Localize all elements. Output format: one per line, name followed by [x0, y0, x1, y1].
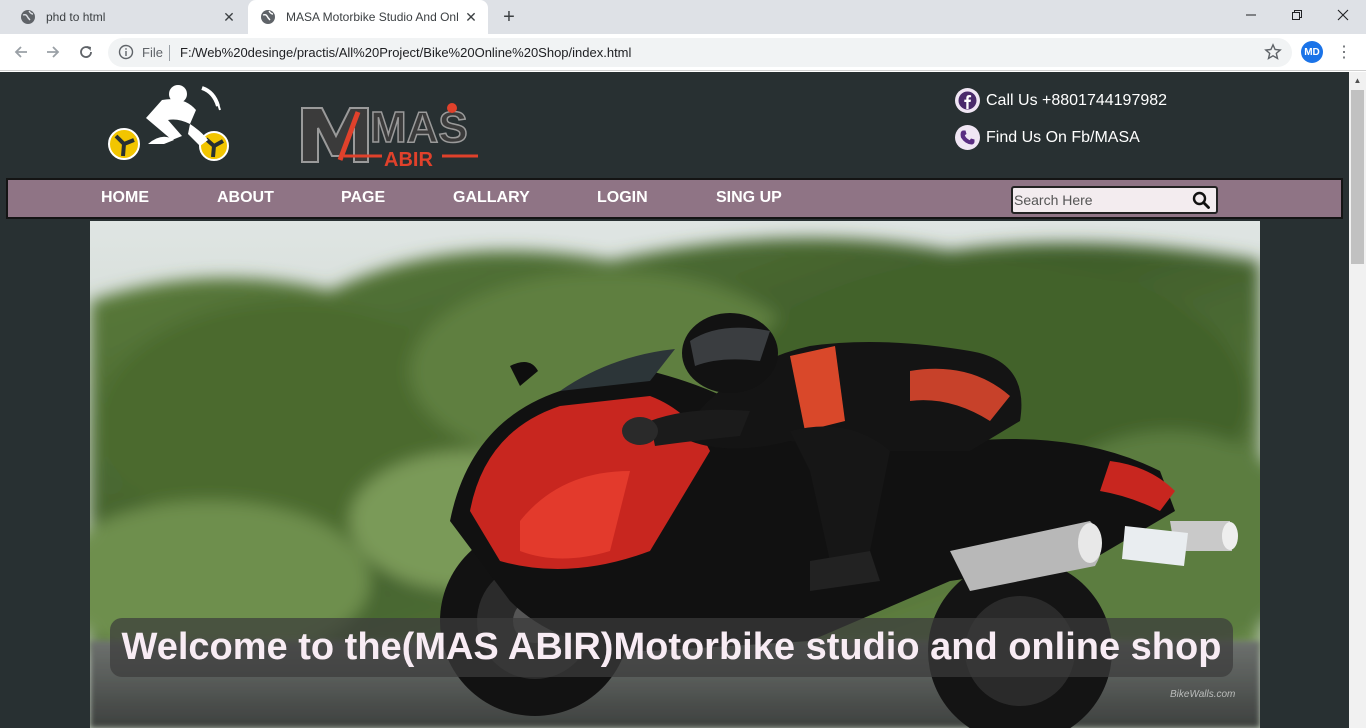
phone-icon [955, 125, 980, 150]
back-arrow-icon[interactable] [9, 40, 33, 64]
hero-welcome-caption: Welcome to the(MAS ABIR)Motorbike studio… [110, 618, 1233, 677]
browser-menu-icon[interactable]: ⋮ [1335, 42, 1353, 62]
minimize-icon[interactable] [1228, 0, 1274, 30]
close-window-icon[interactable] [1320, 0, 1366, 30]
browser-toolbar: File F:/Web%20desinge/practis/All%20Proj… [0, 34, 1366, 71]
bookmark-star-icon[interactable] [1264, 43, 1282, 61]
close-tab-icon[interactable]: ✕ [218, 6, 240, 28]
scroll-up-arrow-icon[interactable]: ▲ [1349, 72, 1366, 88]
nav-home[interactable]: HOME [101, 189, 149, 207]
scrollbar-thumb[interactable] [1351, 90, 1364, 264]
logo-abir-text: ABIR [384, 149, 433, 171]
contact-call-text: Call Us +8801744197982 [986, 91, 1168, 109]
new-tab-plus-icon[interactable]: + [498, 6, 520, 28]
browser-tab-phd[interactable]: phd to html ✕ [8, 0, 246, 34]
facebook-icon [955, 88, 980, 113]
nav-sing-up[interactable]: SING UP [716, 189, 782, 207]
tab-title: phd to html [46, 10, 106, 24]
scheme-label: File [142, 45, 163, 60]
contact-call[interactable]: Call Us +8801744197982 [955, 88, 1167, 113]
page-viewport: MAS ABIR Call Us +8801744197982 Find Us … [0, 72, 1349, 728]
image-watermark: BikeWalls.com [1170, 689, 1236, 700]
reload-icon[interactable] [74, 40, 98, 64]
forward-arrow-icon[interactable] [41, 40, 65, 64]
contact-facebook-text: Find Us On Fb/MASA [986, 128, 1140, 146]
nav-login[interactable]: LOGIN [597, 189, 648, 207]
contact-facebook[interactable]: Find Us On Fb/MASA [955, 125, 1140, 150]
page-scrollbar[interactable]: ▲ [1349, 72, 1366, 728]
nav-about[interactable]: ABOUT [217, 189, 274, 207]
browser-tab-masa[interactable]: MASA Motorbike Studio And Onl ✕ [248, 0, 488, 34]
globe-icon [261, 10, 275, 24]
info-icon[interactable] [118, 44, 134, 60]
address-bar[interactable]: File F:/Web%20desinge/practis/All%20Proj… [108, 38, 1292, 67]
restore-icon[interactable] [1274, 0, 1320, 30]
tab-title: MASA Motorbike Studio And Onl [286, 10, 459, 24]
globe-icon [21, 10, 35, 24]
url-text[interactable]: F:/Web%20desinge/practis/All%20Project/B… [180, 45, 631, 60]
search-icon[interactable] [1192, 191, 1210, 209]
close-tab-icon[interactable]: ✕ [460, 6, 482, 28]
hero-banner: Welcome to the(MAS ABIR)Motorbike studio… [90, 221, 1260, 728]
nav-gallary[interactable]: GALLARY [453, 189, 530, 207]
motorbike-rider-logo [108, 85, 229, 161]
nav-page[interactable]: PAGE [341, 189, 385, 207]
profile-avatar[interactable]: MD [1301, 41, 1323, 63]
search-box [1011, 186, 1218, 214]
address-divider [169, 45, 170, 61]
main-navbar: HOME ABOUT PAGE GALLARY LOGIN SING UP [6, 178, 1343, 219]
search-input[interactable] [1013, 188, 1183, 212]
mas-abir-logo: MAS ABIR [301, 102, 478, 171]
browser-tab-strip: phd to html ✕ MASA Motorbike Studio And … [0, 0, 1366, 34]
